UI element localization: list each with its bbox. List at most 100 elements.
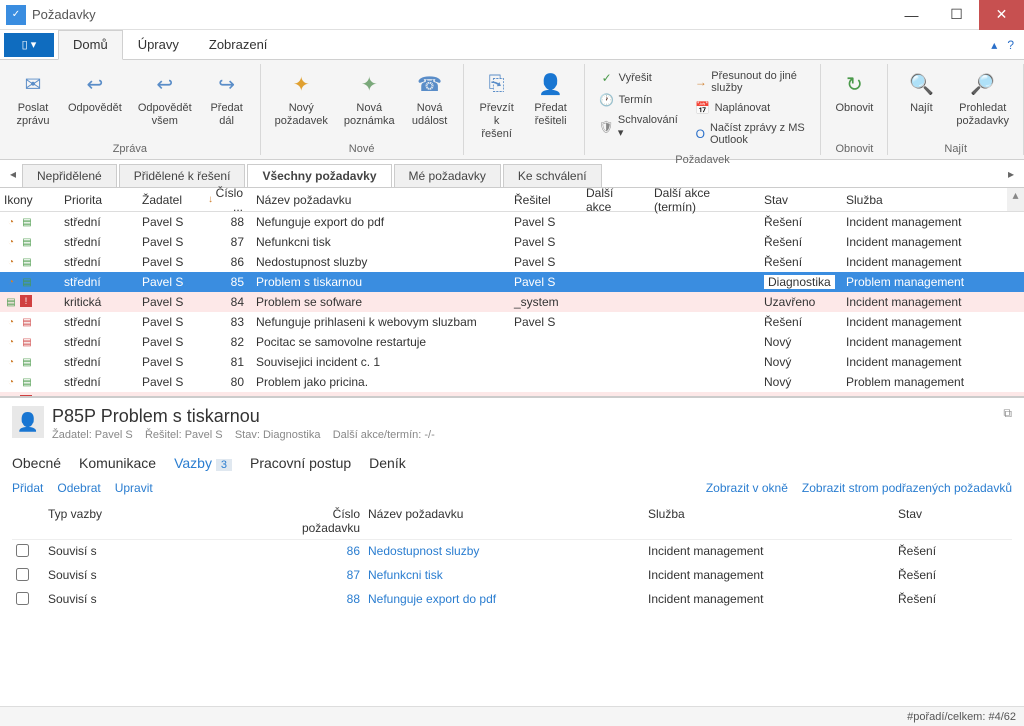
ribbon-term-n[interactable]: 🕐Termín xyxy=(599,90,679,110)
ribbon-nová[interactable]: ☎Nováudálost xyxy=(405,64,455,141)
detail-meta: Žadatel: Pavel S Řešitel: Pavel S Stav: … xyxy=(52,429,435,441)
view-tabs: ◂ NepřidělenéPřidělené k řešeníVšechny p… xyxy=(0,160,1024,188)
col-solver[interactable]: Řešitel xyxy=(508,188,580,211)
doc-icon: ▤ xyxy=(20,355,34,369)
status-text: #pořadí/celkem: #4/62 xyxy=(907,711,1016,723)
window-title: Požadavky xyxy=(32,7,889,22)
action-remove[interactable]: Odebrat xyxy=(57,481,100,495)
detail-tab-komunikace[interactable]: Komunikace xyxy=(79,455,156,471)
tab-nav-left-icon[interactable]: ◂ xyxy=(4,167,22,181)
col-requester[interactable]: Žadatel xyxy=(136,188,202,211)
nová-icon: ✦ xyxy=(353,68,385,100)
col-service[interactable]: Služba xyxy=(840,188,1007,211)
link-row[interactable]: Souvisí s88Nefunguje export do pdfIncide… xyxy=(12,588,1012,612)
detail-tabs: Obecné Komunikace Vazby 3 Pracovní postup De… xyxy=(12,441,1012,481)
ribbon-odpovědět[interactable]: ↩Odpovědětvšem xyxy=(132,64,198,141)
detail-pane: 👤 P85P Problem s tiskarnou Žadatel: Pave… xyxy=(0,396,1024,612)
ribbon-poslat[interactable]: ✉Poslatzprávu xyxy=(8,64,58,141)
menu-tab-zobrazení[interactable]: Zobrazení xyxy=(194,30,283,59)
table-row[interactable]: ◔▤středníPavel S83Nefunguje prihlaseni k… xyxy=(0,312,1024,332)
ribbon-předat[interactable]: 👤Předatřešiteli xyxy=(526,64,576,153)
action-add[interactable]: Přidat xyxy=(12,481,43,495)
ribbon-předat[interactable]: ↪Předatdál xyxy=(202,64,252,141)
col-next-action[interactable]: Další akce xyxy=(580,188,648,211)
clock-icon: ◔ xyxy=(4,315,18,329)
table-row[interactable]: ◔▤středníPavel S82Pocitac se samovolne r… xyxy=(0,332,1024,352)
table-row[interactable]: ◔▤středníPavel S86Nedostupnost sluzbyPav… xyxy=(0,252,1024,272)
view-tab-4[interactable]: Ke schválení xyxy=(503,164,602,187)
row-checkbox[interactable] xyxy=(16,592,29,605)
ribbon-obnovit[interactable]: ↻Obnovit xyxy=(829,64,879,141)
table-row[interactable]: ▤!kritickáPavel S84Problem se sofware_sy… xyxy=(0,292,1024,312)
obnovit-icon: ↻ xyxy=(838,68,870,100)
ribbon-prohledat[interactable]: 🔎Prohledatpožadavky xyxy=(950,64,1015,141)
view-tab-1[interactable]: Přidělené k řešení xyxy=(119,164,246,187)
clock-icon: ◔ xyxy=(4,255,18,269)
col-status[interactable]: Stav xyxy=(758,188,840,211)
ribbon-najít[interactable]: 🔍Najít xyxy=(896,64,946,141)
view-tab-0[interactable]: Nepřidělené xyxy=(22,164,117,187)
col-number[interactable]: Číslo ... xyxy=(202,188,250,211)
ribbon-schvalov-n-[interactable]: 🛡Schvalování ▾ xyxy=(599,112,679,141)
převzít-icon: ⎘ xyxy=(481,68,513,100)
action-show-tree[interactable]: Zobrazit strom podřazených požadavků xyxy=(802,481,1012,495)
předat-icon: ↪ xyxy=(211,68,243,100)
help-icon[interactable]: ? xyxy=(1007,38,1014,52)
ribbon-p-esunout-do-jin-slu-by[interactable]: →Přesunout do jiné služby xyxy=(695,68,807,96)
maximize-pane-icon[interactable]: ⧉ xyxy=(1003,406,1012,421)
col-next-action-term[interactable]: Další akce (termín) xyxy=(648,188,758,211)
doc-icon: ▤ xyxy=(20,375,34,389)
view-tab-2[interactable]: Všechny požadavky xyxy=(247,164,391,187)
close-button[interactable]: ✕ xyxy=(979,0,1024,30)
předat-icon: 👤 xyxy=(535,68,567,100)
detail-tab-obecné[interactable]: Obecné xyxy=(12,455,61,471)
view-tab-3[interactable]: Mé požadavky xyxy=(394,164,501,187)
ribbon: ✉Poslatzprávu↩Odpovědět↩Odpovědětvšem↪Př… xyxy=(0,60,1024,160)
clock-icon: ◔ xyxy=(4,335,18,349)
table-row[interactable]: ◔▤středníPavel S88Nefunguje export do pd… xyxy=(0,212,1024,232)
table-row[interactable]: ▤!kritickáPavel S79Upraveny predmet_syst… xyxy=(0,392,1024,396)
action-open-window[interactable]: Zobrazit v okně xyxy=(706,481,788,495)
ribbon-odpovědět[interactable]: ↩Odpovědět xyxy=(62,64,128,141)
doc2-icon: ▤ xyxy=(20,315,34,329)
col-title[interactable]: Název požadavku xyxy=(250,188,508,211)
maximize-button[interactable]: ☐ xyxy=(934,0,979,30)
tab-nav-right-icon[interactable]: ▸ xyxy=(1002,167,1020,181)
action-edit[interactable]: Upravit xyxy=(115,481,153,495)
table-row[interactable]: ◔▤středníPavel S87Nefunkcni tiskPavel SŘ… xyxy=(0,232,1024,252)
col-icons[interactable]: Ikony xyxy=(0,188,58,211)
row-checkbox[interactable] xyxy=(16,568,29,581)
avatar: 👤 xyxy=(12,406,44,438)
doc2-icon: ▤ xyxy=(20,335,34,349)
app-icon: ✓ xyxy=(6,5,26,25)
ribbon-napl-novat[interactable]: 📅Naplánovat xyxy=(695,98,807,118)
link-row[interactable]: Souvisí s87Nefunkcni tiskIncident manage… xyxy=(12,564,1012,588)
table-row[interactable]: ◔▤středníPavel S85Problem s tiskarnouPav… xyxy=(0,272,1024,292)
ribbon-převzít[interactable]: ⎘Převzítk řešení xyxy=(472,64,522,153)
menu-tab-úpravy[interactable]: Úpravy xyxy=(123,30,194,59)
nová-icon: ☎ xyxy=(414,68,446,100)
detail-tab-pracovní postup[interactable]: Pracovní postup xyxy=(250,455,351,471)
file-menu[interactable]: ▯ ▾ xyxy=(4,33,54,57)
ribbon-nový[interactable]: ✦Novýpožadavek xyxy=(269,64,334,141)
doc-icon: ▤ xyxy=(4,295,18,309)
detail-tab-deník[interactable]: Deník xyxy=(369,455,406,471)
ribbon-na-st-zpr-vy-z-ms-outlook[interactable]: ONačíst zprávy z MS Outlook xyxy=(695,120,807,148)
clock-icon: ◔ xyxy=(4,215,18,229)
col-priority[interactable]: Priorita xyxy=(58,188,136,211)
menu-tab-domů[interactable]: Domů xyxy=(58,30,123,60)
ribbon-collapse-icon[interactable]: ▴ xyxy=(991,38,997,52)
table-row[interactable]: ◔▤středníPavel S80Problem jako pricina.N… xyxy=(0,372,1024,392)
clock-icon: ◔ xyxy=(4,235,18,249)
minimize-button[interactable]: — xyxy=(889,0,934,30)
doc-icon: ▤ xyxy=(20,235,34,249)
row-checkbox[interactable] xyxy=(16,544,29,557)
link-row[interactable]: Souvisí s86Nedostupnost sluzbyIncident m… xyxy=(12,540,1012,564)
table-row[interactable]: ◔▤středníPavel S81Souvisejici incident c… xyxy=(0,352,1024,372)
ribbon-vy-e-it[interactable]: ✓Vyřešit xyxy=(599,68,679,88)
menu-bar: ▯ ▾ DomůÚpravyZobrazení ▴ ? xyxy=(0,30,1024,60)
grid-body[interactable]: ◔▤středníPavel S88Nefunguje export do pd… xyxy=(0,212,1024,396)
detail-tab-vazby[interactable]: Vazby 3 xyxy=(174,455,232,471)
ribbon-nová[interactable]: ✦Novápoznámka xyxy=(338,64,401,141)
najít-icon: 🔍 xyxy=(905,68,937,100)
